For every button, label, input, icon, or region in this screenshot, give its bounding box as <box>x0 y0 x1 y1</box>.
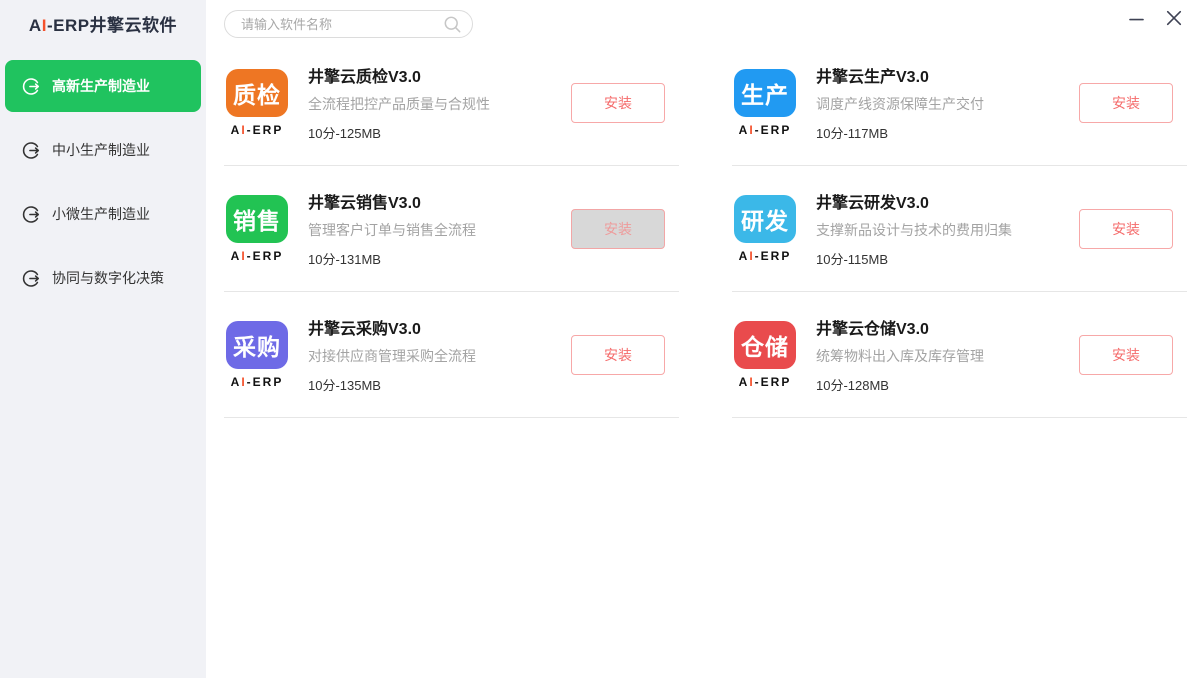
brand-rest: -ERP <box>247 123 284 137</box>
install-button[interactable]: 安装 <box>571 209 665 249</box>
app-icon-production: 生产 AI-ERP <box>732 69 798 137</box>
enter-arrow-icon <box>22 141 41 160</box>
brand-rest: -ERP <box>755 123 792 137</box>
brand-a: A <box>231 249 242 263</box>
minimize-button[interactable] <box>1124 6 1148 30</box>
brand-label: AI-ERP <box>231 375 284 389</box>
app-title: 井擎云仓储V3.0 <box>816 315 1061 339</box>
app-meta: 10分-117MB <box>816 123 1061 142</box>
brand-label: AI-ERP <box>739 123 792 137</box>
app-tile-icon: 采购 <box>226 321 288 369</box>
app-description: 统筹物料出入库及库存管理 <box>816 346 1061 366</box>
app-tile-icon: 生产 <box>734 69 796 117</box>
app-title: 井擎云销售V3.0 <box>308 189 553 213</box>
app-card-procurement: 采购 AI-ERP 井擎云采购V3.0 对接供应商管理采购全流程 10分-135… <box>224 292 679 418</box>
app-tile-icon: 质检 <box>226 69 288 117</box>
install-button[interactable]: 安装 <box>1079 209 1173 249</box>
app-icon-quality: 质检 AI-ERP <box>224 69 290 137</box>
app-description: 对接供应商管理采购全流程 <box>308 346 553 366</box>
app-description: 管理客户订单与销售全流程 <box>308 220 553 240</box>
app-info: 井擎云质检V3.0 全流程把控产品质量与合规性 10分-125MB <box>308 63 553 142</box>
app-meta: 10分-125MB <box>308 123 553 142</box>
sidebar-item-hightech-manufacturing[interactable]: 高新生产制造业 <box>5 60 201 112</box>
app-info: 井擎云销售V3.0 管理客户订单与销售全流程 10分-131MB <box>308 189 553 268</box>
app-logo-title: AI-ERP井擎云软件 <box>0 14 206 38</box>
sidebar-item-micro-manufacturing[interactable]: 小微生产制造业 <box>5 188 201 240</box>
install-button[interactable]: 安装 <box>1079 335 1173 375</box>
app-info: 井擎云研发V3.0 支撑新品设计与技术的费用归集 10分-115MB <box>816 189 1061 268</box>
logo-text-a: A <box>29 16 42 35</box>
app-meta: 10分-128MB <box>816 375 1061 394</box>
brand-rest: -ERP <box>755 249 792 263</box>
install-button[interactable]: 安装 <box>1079 83 1173 123</box>
app-icon-sales: 销售 AI-ERP <box>224 195 290 263</box>
app-meta: 10分-135MB <box>308 375 553 394</box>
brand-label: AI-ERP <box>231 249 284 263</box>
app-meta: 10分-115MB <box>816 249 1061 268</box>
app-list: 质检 AI-ERP 井擎云质检V3.0 全流程把控产品质量与合规性 10分-12… <box>224 40 1187 418</box>
install-button[interactable]: 安装 <box>571 335 665 375</box>
brand-label: AI-ERP <box>739 249 792 263</box>
app-title: 井擎云质检V3.0 <box>308 63 553 87</box>
sidebar-item-label: 高新生产制造业 <box>52 76 150 96</box>
app-card-warehouse: 仓储 AI-ERP 井擎云仓储V3.0 统筹物料出入库及库存管理 10分-128… <box>732 292 1187 418</box>
app-tile-icon: 仓储 <box>734 321 796 369</box>
minimize-icon <box>1129 11 1144 26</box>
brand-rest: -ERP <box>755 375 792 389</box>
enter-arrow-icon <box>22 77 41 96</box>
enter-arrow-icon <box>22 205 41 224</box>
search-icon[interactable] <box>443 15 462 34</box>
app-icon-procurement: 采购 AI-ERP <box>224 321 290 389</box>
app-description: 调度产线资源保障生产交付 <box>816 94 1061 114</box>
sidebar: AI-ERP井擎云软件 高新生产制造业 中小生产制造业 <box>0 0 206 678</box>
app-card-production: 生产 AI-ERP 井擎云生产V3.0 调度产线资源保障生产交付 10分-117… <box>732 40 1187 166</box>
app-icon-warehouse: 仓储 AI-ERP <box>732 321 798 389</box>
sidebar-item-label: 中小生产制造业 <box>52 140 150 160</box>
app-card-sales: 销售 AI-ERP 井擎云销售V3.0 管理客户订单与销售全流程 10分-131… <box>224 166 679 292</box>
brand-a: A <box>231 375 242 389</box>
brand-a: A <box>739 375 750 389</box>
search-bar <box>224 10 473 38</box>
app-title: 井擎云生产V3.0 <box>816 63 1061 87</box>
sidebar-item-label: 协同与数字化决策 <box>52 268 164 288</box>
brand-rest: -ERP <box>247 375 284 389</box>
sidebar-item-digital-decision[interactable]: 协同与数字化决策 <box>5 252 201 304</box>
app-card-rnd: 研发 AI-ERP 井擎云研发V3.0 支撑新品设计与技术的费用归集 10分-1… <box>732 166 1187 292</box>
brand-a: A <box>739 249 750 263</box>
app-meta: 10分-131MB <box>308 249 553 268</box>
app-info: 井擎云仓储V3.0 统筹物料出入库及库存管理 10分-128MB <box>816 315 1061 394</box>
app-info: 井擎云采购V3.0 对接供应商管理采购全流程 10分-135MB <box>308 315 553 394</box>
app-title: 井擎云采购V3.0 <box>308 315 553 339</box>
sidebar-nav: 高新生产制造业 中小生产制造业 小微生产制造业 <box>0 60 206 304</box>
app-description: 支撑新品设计与技术的费用归集 <box>816 220 1061 240</box>
enter-arrow-icon <box>22 269 41 288</box>
brand-rest: -ERP <box>247 249 284 263</box>
sidebar-item-sme-manufacturing[interactable]: 中小生产制造业 <box>5 124 201 176</box>
app-info: 井擎云生产V3.0 调度产线资源保障生产交付 10分-117MB <box>816 63 1061 142</box>
app-tile-icon: 销售 <box>226 195 288 243</box>
brand-a: A <box>231 123 242 137</box>
app-tile-icon: 研发 <box>734 195 796 243</box>
window-controls <box>1124 6 1186 30</box>
app-icon-rnd: 研发 AI-ERP <box>732 195 798 263</box>
close-button[interactable] <box>1162 6 1186 30</box>
app-description: 全流程把控产品质量与合规性 <box>308 94 553 114</box>
sidebar-item-label: 小微生产制造业 <box>52 204 150 224</box>
app-window: AI-ERP井擎云软件 高新生产制造业 中小生产制造业 <box>0 0 1200 664</box>
logo-text-rest: -ERP井擎云软件 <box>47 16 177 35</box>
close-icon <box>1166 10 1182 26</box>
brand-label: AI-ERP <box>231 123 284 137</box>
brand-label: AI-ERP <box>739 375 792 389</box>
main-content: 质检 AI-ERP 井擎云质检V3.0 全流程把控产品质量与合规性 10分-12… <box>206 0 1200 664</box>
app-title: 井擎云研发V3.0 <box>816 189 1061 213</box>
app-card-quality: 质检 AI-ERP 井擎云质检V3.0 全流程把控产品质量与合规性 10分-12… <box>224 40 679 166</box>
brand-a: A <box>739 123 750 137</box>
install-button[interactable]: 安装 <box>571 83 665 123</box>
search-input[interactable] <box>239 16 443 33</box>
